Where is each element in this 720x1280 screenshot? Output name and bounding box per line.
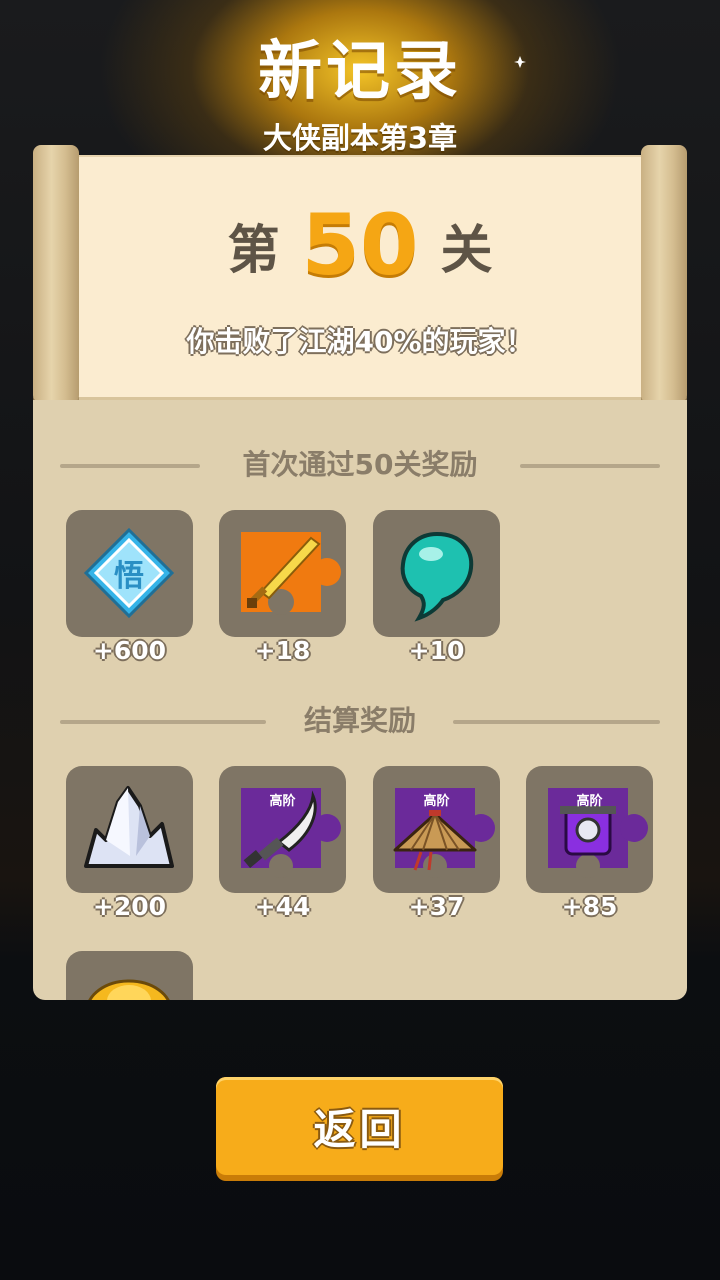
- tier-label: 高阶: [269, 794, 296, 809]
- reward-slot-enlightenment[interactable]: 悟: [66, 510, 193, 637]
- tier-label: 高阶: [576, 794, 603, 809]
- settlement-header: 结算奖励: [33, 701, 687, 741]
- first-clear-header: 首次通过50关奖励: [33, 445, 687, 485]
- divider-line: [453, 720, 660, 724]
- reward-slot-silver-crystal[interactable]: [66, 766, 193, 893]
- stage-line: 第 50 关: [72, 200, 648, 290]
- stage-prefix: 第: [227, 220, 280, 281]
- bamboo-hat-fragment-icon: [393, 788, 495, 878]
- reward-slot-gold-ingot[interactable]: [66, 951, 193, 1000]
- back-button[interactable]: 返回: [216, 1077, 503, 1175]
- reward-slot-jade-bead[interactable]: [373, 510, 500, 637]
- reward-slot-bamboo-hat[interactable]: 高阶: [373, 766, 500, 893]
- silver-crystal-icon: [84, 786, 174, 868]
- tier-label: 高阶: [423, 794, 450, 809]
- back-button-label: 返回: [313, 1104, 406, 1154]
- reward-qty: +85: [561, 892, 618, 921]
- golden-sword-fragment-icon: [241, 532, 341, 615]
- stage-number: 50: [301, 196, 419, 294]
- defeat-percentage-text: 你击败了江湖40%的玩家！: [186, 325, 534, 358]
- reward-qty: +600: [92, 636, 167, 665]
- purple-armor-fragment-icon: [548, 788, 648, 878]
- reward-slot-golden-sword[interactable]: [219, 510, 346, 637]
- stage-suffix: 关: [440, 220, 493, 281]
- enlightenment-crystal-icon: 悟: [83, 527, 175, 619]
- rewards-panel: 首次通过50关奖励 悟 +600 +18 +10 结算奖励 +200 高阶 +4…: [33, 400, 687, 1000]
- chapter-subtitle: 大侠副本第3章: [262, 121, 458, 155]
- reward-slot-purple-armor[interactable]: 高阶: [526, 766, 653, 893]
- sparkle-icon: [514, 56, 526, 68]
- reward-qty: +18: [254, 636, 311, 665]
- reward-slot-broadsword[interactable]: 高阶: [219, 766, 346, 893]
- reward-qty: +200: [92, 892, 167, 921]
- divider-line: [520, 464, 660, 468]
- reward-qty: +44: [254, 892, 311, 921]
- gold-ingot-icon: [88, 979, 170, 1000]
- jade-bead-icon: [400, 531, 474, 622]
- reward-qty: +37: [408, 892, 465, 921]
- new-record-title: 新记录: [258, 35, 462, 109]
- reward-qty: +10: [408, 636, 465, 665]
- broadsword-fragment-icon: [241, 788, 341, 878]
- svg-text:悟: 悟: [114, 559, 144, 594]
